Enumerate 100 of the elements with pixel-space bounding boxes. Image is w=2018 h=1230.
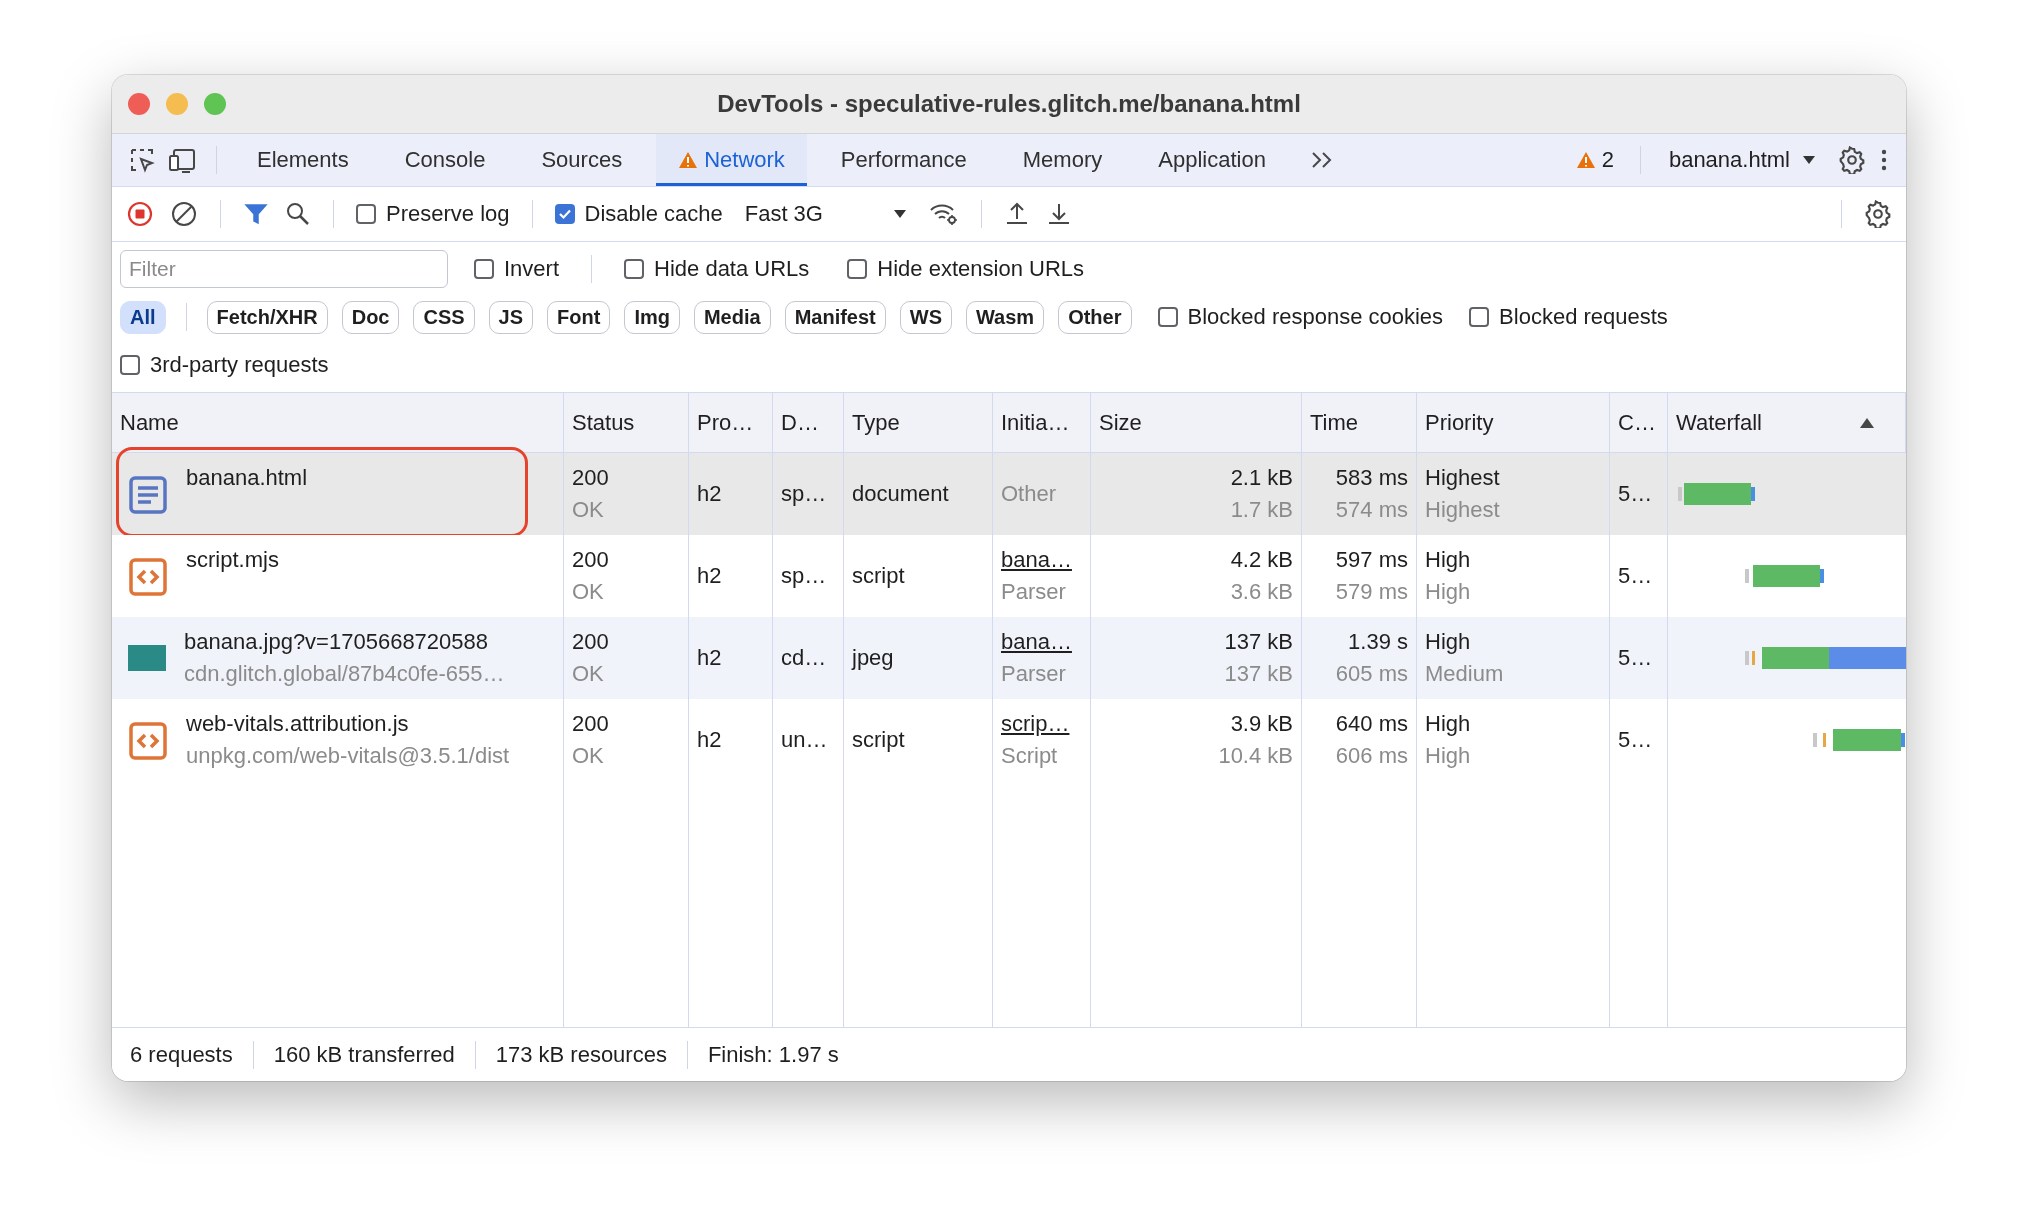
type-filter-chip[interactable]: Fetch/XHR [206, 300, 328, 334]
tab[interactable]: Console [382, 134, 508, 186]
type-filter-chip[interactable]: Other [1058, 300, 1132, 334]
initiator-link[interactable]: scrip… [1001, 711, 1082, 737]
protocol-text: h2 [697, 563, 723, 589]
checkbox-label: Blocked response cookies [1187, 304, 1444, 330]
dropdown-arrow-icon [892, 209, 907, 219]
type-filter-chip[interactable]: CSS [413, 300, 475, 334]
priority-text: High [1425, 711, 1472, 737]
resource-size-text: 3.6 kB [1230, 579, 1293, 605]
time-text: 640 ms [1335, 711, 1408, 737]
tab[interactable]: Application [1136, 134, 1288, 186]
file-name: banana.html [186, 465, 308, 491]
settings-icon[interactable] [1864, 200, 1892, 228]
script-icon [128, 721, 168, 761]
column-header[interactable]: Waterfall [1668, 393, 1906, 453]
protocol-text: h2 [697, 645, 723, 671]
initial-priority-text: Medium [1425, 661, 1505, 687]
search-icon[interactable] [285, 201, 311, 227]
latency-text: 606 ms [1335, 743, 1408, 769]
type-filter-chip[interactable]: All [120, 300, 166, 334]
column-header[interactable]: Size [1091, 393, 1302, 453]
type-filter-chip[interactable]: Wasm [966, 300, 1045, 334]
initiator-link[interactable]: bana… [1001, 629, 1082, 655]
type-filter-chip[interactable]: Media [693, 300, 771, 334]
status-text: OK [572, 661, 605, 687]
context-selector[interactable]: banana.html [1658, 147, 1826, 173]
latency-text: 605 ms [1335, 661, 1408, 687]
type-filter-chip[interactable]: Manifest [784, 300, 886, 334]
priority-text: Highest [1425, 465, 1501, 491]
checkbox[interactable] [554, 204, 575, 224]
type-text: script [852, 727, 906, 753]
tab[interactable]: Elements [235, 134, 371, 186]
checkbox[interactable] [1157, 307, 1178, 327]
status-code: 200 [572, 629, 610, 655]
filter-field[interactable]: Filter [120, 250, 448, 288]
file-name: web-vitals.attribution.js [186, 711, 410, 737]
type-filter-chip[interactable]: WS [899, 300, 952, 334]
throttling-dropdown[interactable]: Fast 3G [738, 201, 913, 227]
initiator-link[interactable]: bana… [1001, 547, 1082, 573]
type-filter-chip[interactable]: Doc [341, 300, 400, 334]
time-text: 1.39 s [1348, 629, 1408, 655]
preserve-log-label: Preserve log [386, 201, 510, 227]
type-filter-chip[interactable]: Font [547, 300, 611, 334]
type-filter-chip[interactable]: Img [624, 300, 680, 334]
status-text: 6 requests [130, 1041, 233, 1068]
column-header[interactable]: Initia… [993, 393, 1091, 453]
checkbox-label: Hide extension URLs [877, 256, 1084, 282]
device-toolbar-icon[interactable] [168, 146, 198, 174]
column-header[interactable]: Status [564, 393, 689, 453]
protocol-text: h2 [697, 481, 723, 507]
filter-icon[interactable] [243, 201, 269, 227]
inspect-element-icon[interactable] [128, 146, 156, 174]
column-header[interactable]: Priority [1417, 393, 1610, 453]
resource-size-text: 1.7 kB [1230, 497, 1293, 523]
type-text: jpeg [852, 645, 895, 671]
tab[interactable]: Network [656, 134, 807, 186]
file-name: script.mjs [186, 547, 279, 573]
domain-text: un… [781, 727, 829, 753]
close-button[interactable] [128, 93, 150, 115]
column-header[interactable]: Name [112, 393, 564, 453]
type-filter-chip[interactable]: JS [488, 300, 534, 334]
cell-text: 5… [1618, 645, 1654, 671]
size-text: 2.1 kB [1230, 465, 1293, 491]
warning-icon [1575, 151, 1596, 169]
column-header[interactable]: C… [1610, 393, 1668, 453]
cell-text: 5… [1618, 481, 1654, 507]
warnings-counter[interactable]: 2 [1567, 147, 1622, 173]
checkbox[interactable] [356, 204, 376, 224]
latency-text: 574 ms [1335, 497, 1408, 523]
priority-text: High [1425, 547, 1472, 573]
status-text: 160 kB transferred [273, 1041, 455, 1068]
status-text: OK [572, 579, 605, 605]
size-text: 137 kB [1224, 629, 1293, 655]
column-header[interactable]: Type [844, 393, 993, 453]
column-header[interactable]: D… [773, 393, 844, 453]
column-header[interactable]: Time [1302, 393, 1417, 453]
protocol-text: h2 [697, 727, 723, 753]
status-code: 200 [572, 711, 610, 737]
latency-text: 579 ms [1335, 579, 1408, 605]
clear-icon[interactable] [170, 200, 198, 228]
status-code: 200 [572, 547, 610, 573]
settings-icon[interactable] [1838, 146, 1866, 174]
stop-recording-icon[interactable] [126, 200, 154, 228]
checkbox[interactable] [1469, 307, 1490, 327]
checkbox-label: Blocked requests [1499, 304, 1668, 330]
window-title: DevTools - speculative-rules.glitch.me/banana.html [717, 90, 1301, 118]
checkbox[interactable] [120, 355, 140, 375]
checkbox[interactable] [847, 259, 868, 279]
domain-text: sp… [781, 563, 828, 589]
checkbox[interactable] [474, 259, 494, 279]
tab[interactable]: Memory [1000, 134, 1125, 186]
time-text: 583 ms [1335, 465, 1408, 491]
status-text: Finish: 1.97 s [707, 1041, 839, 1068]
checkbox[interactable] [624, 259, 645, 279]
column-header[interactable]: Pro… [689, 393, 773, 453]
tab[interactable]: Performance [818, 134, 989, 186]
tab[interactable]: Sources [519, 134, 645, 186]
script-icon [128, 557, 168, 597]
file-name: banana.jpg?v=1705668720588 [184, 629, 490, 655]
